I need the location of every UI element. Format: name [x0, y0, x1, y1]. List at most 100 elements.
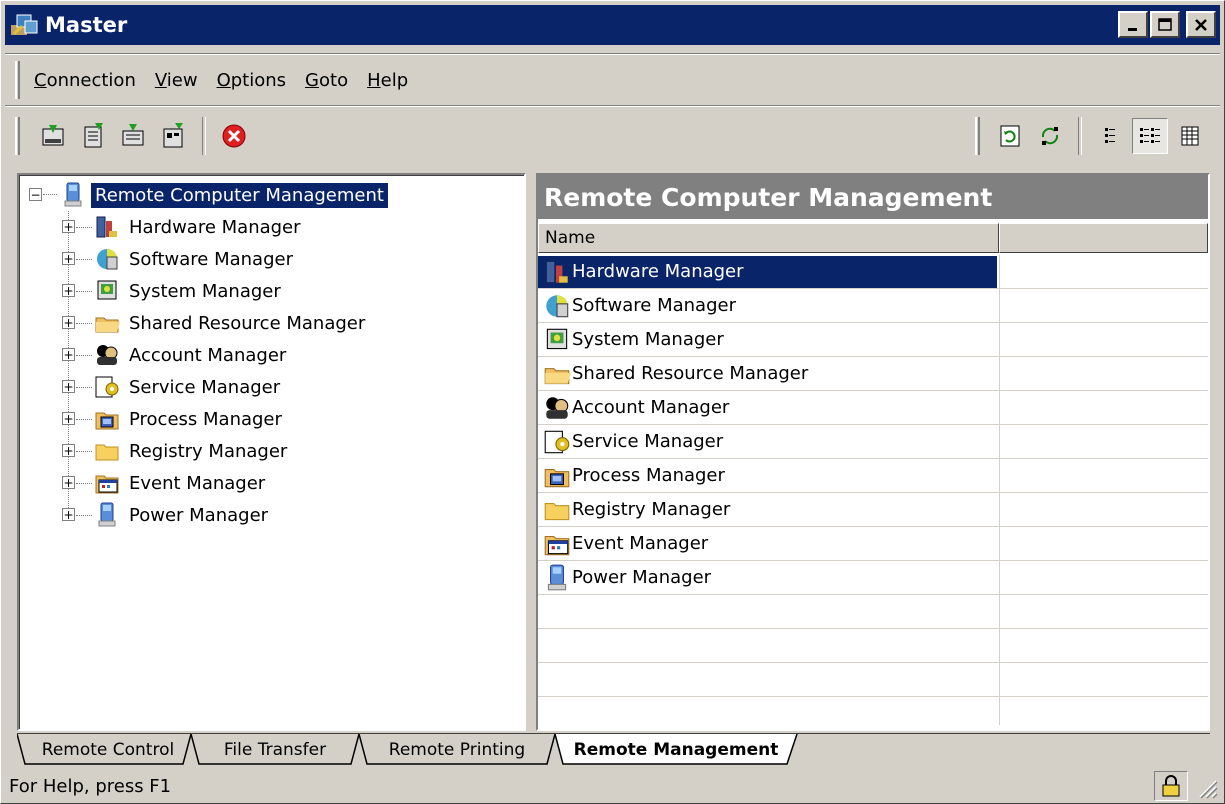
list-item[interactable]: Event Manager: [538, 527, 1208, 561]
properties-icon: [122, 124, 144, 146]
list-item[interactable]: System Manager: [538, 323, 1208, 357]
resize-grip-icon[interactable]: [1196, 777, 1218, 799]
list-empty-row: [538, 629, 1208, 663]
computer-icon: [64, 182, 82, 207]
service-icon: [544, 430, 570, 453]
view-grid-button[interactable]: [1172, 118, 1208, 154]
tab-remote-management[interactable]: Remote Management: [565, 734, 787, 766]
tree-expand-toggle[interactable]: +: [62, 348, 75, 361]
tree-view[interactable]: − Remote Computer Management + Hardware M…: [17, 173, 526, 731]
menu-label: elp: [380, 69, 409, 91]
tree-item-label: Software Manager: [129, 248, 293, 270]
tree-connector: [76, 259, 92, 260]
list-item-label: Event Manager: [572, 533, 709, 554]
menu-grip[interactable]: [15, 61, 20, 99]
tree-item-shared-resource-manager[interactable]: Shared Resource Manager: [93, 307, 369, 339]
list-item[interactable]: Service Manager: [538, 425, 1208, 459]
tree-item-label: Shared Resource Manager: [129, 312, 366, 334]
list-empty-row: [538, 595, 1208, 629]
tree-item-software-manager[interactable]: Software Manager: [93, 243, 297, 275]
main-window: Master Connection View Options Goto Help: [0, 0, 1225, 804]
list-item[interactable]: Power Manager: [538, 561, 1208, 595]
view-details-button[interactable]: [1132, 118, 1168, 154]
system-icon: [97, 280, 117, 300]
tab-remote-printing[interactable]: Remote Printing: [365, 734, 549, 766]
stop-button[interactable]: [216, 118, 252, 154]
toolbar-grip-right[interactable]: [975, 117, 980, 155]
tab-file-transfer[interactable]: File Transfer: [197, 734, 353, 766]
list-item-name-cell: Event Manager: [538, 528, 714, 560]
tree-item-label: Power Manager: [129, 504, 269, 526]
menu-options[interactable]: Options: [217, 70, 286, 91]
list-item-label: System Manager: [572, 329, 724, 350]
app-icon: [11, 14, 38, 35]
tree-expand-toggle[interactable]: +: [62, 252, 75, 265]
list-item-label: Hardware Manager: [572, 261, 744, 282]
menu-accel: C: [34, 69, 47, 91]
sync-button[interactable]: [1032, 118, 1068, 154]
tree-expand-toggle[interactable]: +: [62, 284, 75, 297]
tree-expand-toggle[interactable]: +: [62, 508, 75, 521]
list-item-label: Service Manager: [572, 431, 724, 452]
tree-connector: [76, 355, 92, 356]
tree-connector: [76, 227, 92, 228]
tree-expand-toggle[interactable]: +: [62, 412, 75, 425]
tree-item-system-manager[interactable]: System Manager: [93, 275, 285, 307]
list-item[interactable]: Process Manager: [538, 459, 1208, 493]
list-empty-row: [538, 663, 1208, 697]
disconnect-button[interactable]: [76, 118, 112, 154]
list-item[interactable]: Registry Manager: [538, 493, 1208, 527]
settings-icon: [163, 123, 183, 148]
menu-view[interactable]: View: [155, 70, 198, 91]
tree-expand-toggle[interactable]: +: [62, 476, 75, 489]
hardware-icon: [545, 260, 568, 283]
list-item[interactable]: Hardware Manager: [538, 255, 1208, 289]
toolbar-separator: [1078, 117, 1082, 155]
pane-splitter[interactable]: [526, 173, 536, 731]
view-list-button[interactable]: [1092, 118, 1128, 154]
refresh-button[interactable]: [992, 118, 1028, 154]
tree-connector: [76, 515, 92, 516]
tree-expand-toggle[interactable]: +: [62, 444, 75, 457]
tree-item-registry-manager[interactable]: Registry Manager: [93, 435, 291, 467]
title-bar[interactable]: Master: [5, 5, 1220, 45]
tree-expand-toggle[interactable]: +: [62, 316, 75, 329]
tree-item-event-manager[interactable]: Event Manager: [93, 467, 269, 499]
tree-collapse-toggle[interactable]: −: [29, 188, 42, 201]
tree-expand-toggle[interactable]: +: [62, 220, 75, 233]
connect-button[interactable]: [36, 118, 72, 154]
tree-item-service-manager[interactable]: Service Manager: [93, 371, 284, 403]
tree-expand-toggle[interactable]: +: [62, 380, 75, 393]
tree-item-account-manager[interactable]: Account Manager: [93, 339, 290, 371]
column-header-blank[interactable]: [999, 223, 1208, 253]
menu-help[interactable]: Help: [367, 70, 408, 91]
refresh-icon: [1000, 125, 1020, 147]
tab-remote-control[interactable]: Remote Control: [31, 734, 185, 766]
process-icon: [544, 468, 570, 487]
menu-accel: O: [216, 69, 231, 91]
list-item-name-cell: Software Manager: [538, 290, 742, 322]
list-item[interactable]: Shared Resource Manager: [538, 357, 1208, 391]
list-view[interactable]: Remote Computer Management Name Hardware…: [536, 173, 1210, 731]
tab-bar: Remote Control File Transfer Remote Prin…: [17, 733, 1210, 767]
tree-item-root[interactable]: Remote Computer Management: [59, 179, 388, 211]
tree-connector: [43, 194, 57, 195]
column-header-name[interactable]: Name: [538, 223, 999, 253]
list-item[interactable]: Software Manager: [538, 289, 1208, 323]
menu-goto[interactable]: Goto: [305, 70, 348, 91]
tree-item-hardware-manager[interactable]: Hardware Manager: [93, 211, 305, 243]
toolbar-grip[interactable]: [15, 117, 20, 155]
tree-item-power-manager[interactable]: Power Manager: [93, 499, 272, 531]
tree-item-process-manager[interactable]: Process Manager: [93, 403, 286, 435]
tree-connector: [76, 323, 92, 324]
list-item[interactable]: Account Manager: [538, 391, 1208, 425]
list-item-name-cell: Power Manager: [538, 562, 717, 594]
properties-button[interactable]: [116, 118, 152, 154]
list-item-name-cell: Hardware Manager: [538, 255, 997, 288]
maximize-button[interactable]: [1150, 11, 1180, 38]
lock-icon: [1162, 775, 1180, 797]
minimize-button[interactable]: [1118, 11, 1148, 38]
settings-button[interactable]: [156, 118, 192, 154]
close-button[interactable]: [1186, 11, 1216, 38]
menu-connection[interactable]: Connection: [34, 70, 136, 91]
